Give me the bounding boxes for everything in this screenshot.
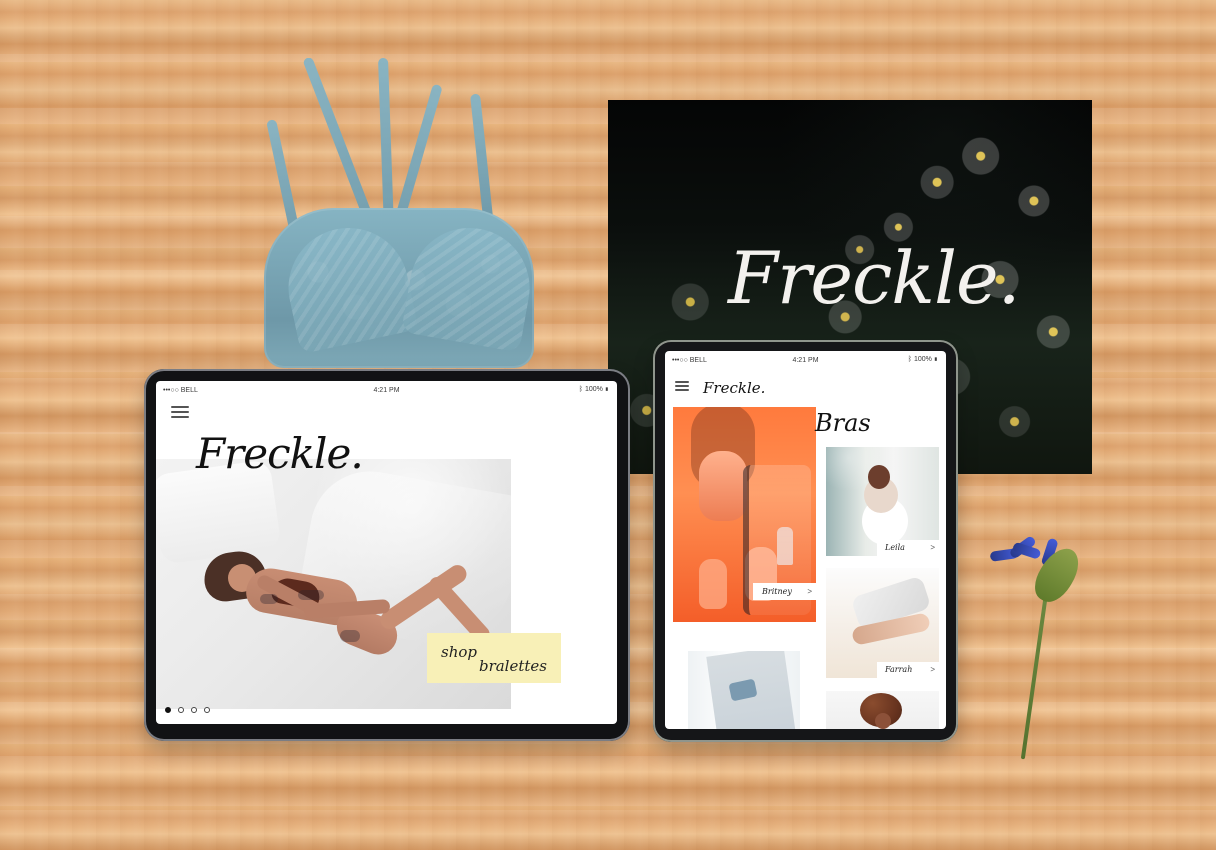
menu-icon-line [171, 406, 189, 408]
right-status-right: ᛒ 100% ▮ [908, 356, 938, 363]
product-label-farrah: Farrah > [877, 662, 939, 678]
bralette-photo [228, 58, 572, 372]
menu-icon-line [675, 389, 689, 391]
hero-model-tattoo [260, 594, 278, 604]
left-tablet-device: •••○○ BELL 4:21 PM ᛒ 100% ▮ Freckle. sho… [144, 369, 630, 741]
chevron-right-icon: > [930, 543, 935, 552]
bluetooth-icon: ᛒ [578, 386, 583, 393]
shop-bralettes-button[interactable]: shop bralettes [427, 633, 561, 683]
product-label-britney: Britney > [754, 584, 816, 600]
left-status-right: ᛒ 100% ▮ [579, 386, 609, 393]
product-card-farrah[interactable]: Farrah > [826, 568, 939, 678]
menu-icon[interactable] [171, 406, 189, 418]
menu-icon-line [675, 381, 689, 383]
carousel-dot-2[interactable] [178, 707, 184, 713]
hero-model-tattoo [298, 590, 324, 600]
right-battery-text: 100% [913, 356, 932, 363]
chevron-right-icon: > [930, 665, 935, 674]
product-name: Leila [885, 543, 905, 552]
poster-brand-title: Freckle. [728, 236, 1020, 320]
right-carrier-text: •••○○ BELL [672, 357, 707, 364]
left-battery-text: 100% [584, 386, 603, 393]
product-card-denim[interactable] [688, 651, 800, 729]
right-time-text: 4:21 PM [792, 357, 819, 364]
carousel-dot-1[interactable] [165, 707, 171, 713]
menu-icon-line [171, 411, 189, 413]
product-image-curly-hair [826, 691, 939, 729]
product-image-denim [688, 651, 800, 729]
bluetooth-icon: ᛒ [907, 356, 912, 363]
product-card-leila[interactable]: Leila > [826, 447, 939, 556]
right-status-bar: •••○○ BELL 4:21 PM ᛒ 100% ▮ [665, 351, 946, 369]
shop-bralettes-line-2: bralettes [478, 657, 547, 675]
menu-icon-line [171, 416, 189, 418]
battery-icon: ▮ [604, 386, 609, 393]
product-name: Britney [762, 587, 792, 596]
flower-decoration [980, 518, 1104, 764]
product-card-britney[interactable]: Britney > [753, 583, 816, 600]
left-time-text: 4:21 PM [373, 387, 400, 394]
carousel-dot-3[interactable] [191, 707, 197, 713]
right-tablet-device: •••○○ BELL 4:21 PM ᛒ 100% ▮ Freckle. Bra… [653, 340, 958, 742]
carousel-pagination [165, 707, 210, 713]
chevron-right-icon: > [807, 587, 812, 596]
left-status-bar: •••○○ BELL 4:21 PM ᛒ 100% ▮ [156, 381, 617, 399]
left-tablet-screen: •••○○ BELL 4:21 PM ᛒ 100% ▮ Freckle. sho… [156, 381, 617, 724]
hero-model-tattoo [340, 630, 360, 642]
battery-icon: ▮ [933, 356, 938, 363]
left-brand-logo: Freckle. [196, 429, 364, 478]
menu-icon-line [675, 385, 689, 387]
bras-section-title: Bras [815, 409, 871, 437]
product-name: Farrah [885, 665, 913, 674]
menu-icon[interactable] [675, 381, 689, 391]
right-brand-logo: Freckle. [703, 379, 766, 397]
shop-bralettes-line-1: shop [441, 643, 477, 661]
left-carrier-text: •••○○ BELL [163, 387, 198, 394]
right-tablet-screen: •••○○ BELL 4:21 PM ᛒ 100% ▮ Freckle. Bra… [665, 351, 946, 729]
carousel-dot-4[interactable] [204, 707, 210, 713]
product-label-leila: Leila > [877, 540, 939, 556]
product-card-curly-hair[interactable] [826, 691, 939, 729]
